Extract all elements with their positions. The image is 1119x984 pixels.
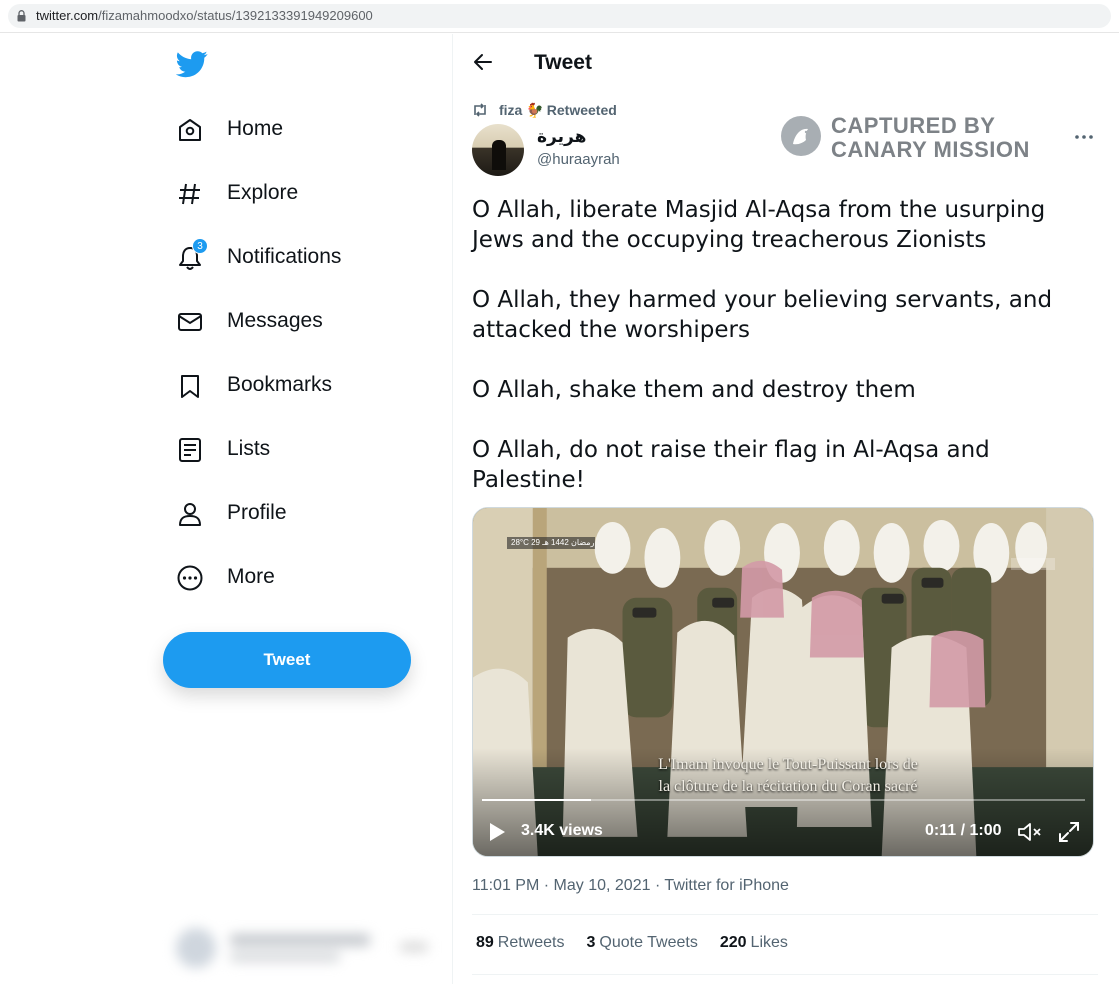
retweets-count: 89 <box>476 934 494 951</box>
author-avatar[interactable] <box>472 124 524 176</box>
retweet-icon <box>474 103 486 117</box>
sidebar-item-label: Messages <box>227 309 323 332</box>
sidebar-item-bookmarks[interactable]: Bookmarks <box>163 360 423 410</box>
sidebar-item-home[interactable]: Home <box>163 104 423 154</box>
sidebar-item-label: Lists <box>227 437 271 460</box>
redacted-handle <box>230 952 340 962</box>
retweets-stat[interactable]: 89 Retweets <box>476 934 565 952</box>
play-icon[interactable] <box>487 821 507 843</box>
sidebar-item-label: Explore <box>227 181 299 204</box>
bookmark-icon <box>181 375 199 398</box>
sidebar-item-label: Notifications <box>227 245 342 268</box>
meta-separator: · <box>654 877 661 894</box>
channel-date-badge: 28°C 29 رمضان 1442 هـ <box>507 537 595 549</box>
fullscreen-icon[interactable] <box>1057 820 1081 844</box>
person-icon <box>179 503 201 526</box>
author-handle[interactable]: @huraayrah <box>537 151 620 168</box>
video-progress-bar[interactable] <box>482 799 1085 801</box>
tweet-source[interactable]: Twitter for iPhone <box>664 877 789 894</box>
divider <box>472 974 1098 975</box>
tweet-paragraph: O Allah, shake them and destroy them <box>472 377 916 403</box>
tweet-metadata: 11:01 PM · May 10, 2021 · Twitter for iP… <box>472 877 789 895</box>
url-host: twitter.com <box>36 8 99 23</box>
main-column: Tweet fiza 🐓 Retweeted هريرة @huraayrah … <box>452 34 1119 984</box>
back-arrow-icon[interactable] <box>471 50 495 74</box>
tweet-paragraph: O Allah, do not raise their flag in Al-A… <box>472 437 990 493</box>
sidebar-item-label: More <box>227 565 275 588</box>
channel-logo <box>1011 558 1055 570</box>
quotes-count: 3 <box>586 934 596 951</box>
list-icon <box>179 438 201 462</box>
quote-tweets-stat[interactable]: 3 Quote Tweets <box>587 934 698 952</box>
subtitle-line: la clôture de la récitation du Coran sac… <box>658 778 918 795</box>
meta-separator: · <box>543 877 550 894</box>
author-name[interactable]: هريرة <box>537 127 586 147</box>
notification-badge: 3 <box>192 238 208 254</box>
video-subtitles: L'Imam invoque le Tout-Puissant lors de … <box>623 754 953 798</box>
url-path: /fizamahmoodxo/status/139213339194920960… <box>98 8 373 23</box>
likes-label: Likes <box>750 934 788 951</box>
sidebar-item-explore[interactable]: Explore <box>163 168 423 218</box>
sidebar: Home Explore 3 Notifications Messages Bo… <box>0 34 452 984</box>
rooster-emoji: 🐓 <box>526 101 544 118</box>
page-title: Tweet <box>534 51 592 74</box>
browser-address-bar: twitter.com/fizamahmoodxo/status/1392133… <box>0 0 1119 33</box>
url-field[interactable]: twitter.com/fizamahmoodxo/status/1392133… <box>8 4 1111 28</box>
twitter-bird-logo-icon[interactable] <box>176 48 208 80</box>
watermark-line2: CANARY MISSION <box>831 137 1030 162</box>
avatar <box>176 928 216 968</box>
sidebar-item-label: Profile <box>227 501 287 524</box>
redacted-menu <box>400 942 428 952</box>
sidebar-item-profile[interactable]: Profile <box>163 488 423 538</box>
sidebar-item-label: Bookmarks <box>227 373 333 396</box>
retweets-label: Retweets <box>497 934 565 951</box>
view-count: 3.4K views <box>521 822 603 839</box>
subtitle-line: L'Imam invoque le Tout-Puissant lors de <box>658 756 918 773</box>
retweeted-label: Retweeted <box>546 102 617 118</box>
tweet-stats: 89 Retweets 3 Quote Tweets 220 Likes <box>476 934 810 952</box>
canary-mission-watermark: CAPTURED BY CANARY MISSION <box>781 114 1041 162</box>
video-progress-fill <box>482 799 591 801</box>
tweet-time[interactable]: 11:01 PM <box>472 877 539 894</box>
more-options-icon[interactable] <box>1073 130 1095 144</box>
video-time: 0:11 / 1:00 <box>925 822 1002 839</box>
watermark-line1: CAPTURED BY <box>831 113 996 138</box>
url-text: twitter.com/fizamahmoodxo/status/1392133… <box>36 8 373 23</box>
more-circle-icon <box>177 565 203 591</box>
quotes-label: Quote Tweets <box>599 934 698 951</box>
watermark-text: CAPTURED BY CANARY MISSION <box>831 114 1030 162</box>
muted-speaker-icon[interactable] <box>1017 820 1043 844</box>
video-player[interactable]: 28°C 29 رمضان 1442 هـ L'Imam invoque le … <box>472 507 1094 857</box>
page-header: Tweet <box>453 34 1119 90</box>
sidebar-item-label: Home <box>227 117 284 140</box>
sidebar-item-notifications[interactable]: 3 Notifications <box>163 232 423 282</box>
divider <box>472 914 1098 915</box>
redacted-name <box>230 934 370 946</box>
home-icon <box>179 119 201 141</box>
sidebar-item-lists[interactable]: Lists <box>163 424 423 474</box>
likes-count: 220 <box>719 934 747 951</box>
envelope-icon <box>178 313 202 331</box>
tweet-date[interactable]: May 10, 2021 <box>554 877 651 894</box>
tweet-paragraph: O Allah, they harmed your believing serv… <box>472 287 1053 343</box>
tweet-text: O Allah, liberate Masjid Al-Aqsa from th… <box>472 195 1072 525</box>
likes-stat[interactable]: 220 Likes <box>720 934 788 952</box>
tweet-compose-button[interactable]: Tweet <box>163 632 411 688</box>
retweeter-name: fiza <box>499 102 523 118</box>
retweet-context[interactable]: fiza 🐓 Retweeted <box>471 101 617 119</box>
tweet-paragraph: O Allah, liberate Masjid Al-Aqsa from th… <box>472 197 1046 253</box>
account-switcher-blurred[interactable] <box>170 922 440 982</box>
lock-icon <box>17 10 26 22</box>
canary-bird-icon <box>781 116 821 156</box>
hashtag-icon <box>179 183 200 205</box>
sidebar-item-more[interactable]: More <box>163 552 423 602</box>
sidebar-item-messages[interactable]: Messages <box>163 296 423 346</box>
